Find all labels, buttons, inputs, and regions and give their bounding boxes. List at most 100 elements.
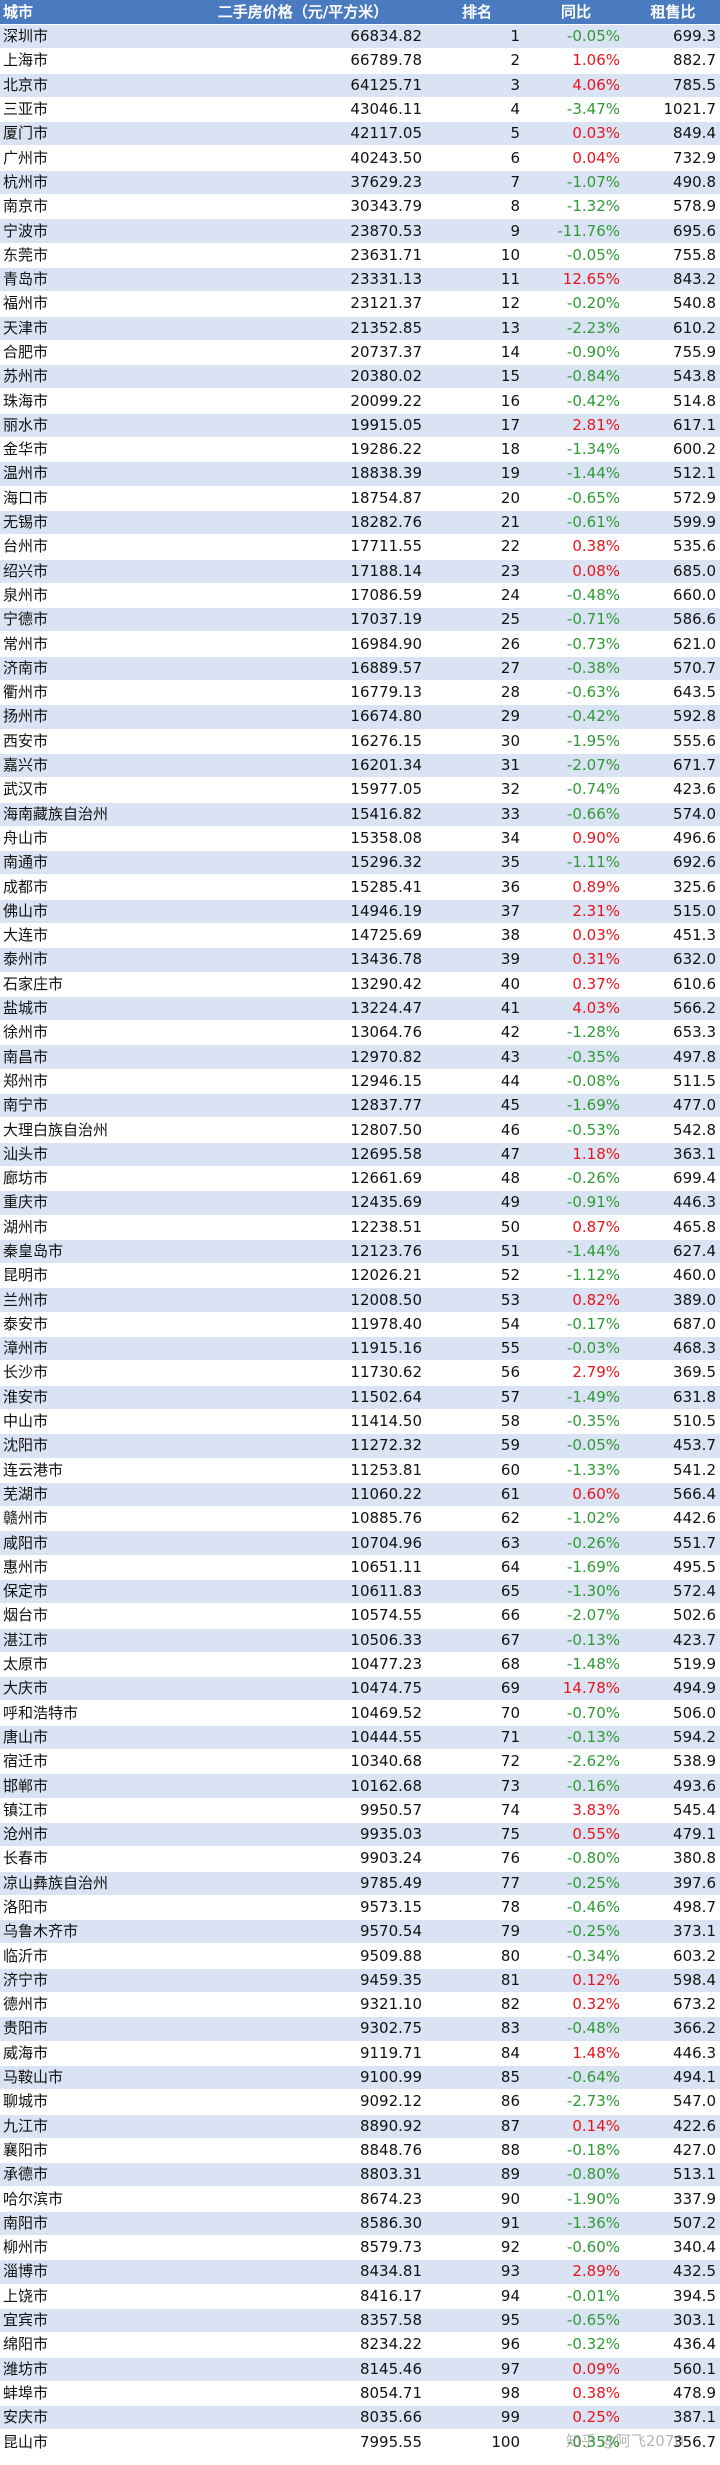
cell-price: 17188.14 — [178, 559, 428, 584]
cell-ratio: 493.6 — [626, 1773, 720, 1799]
cell-yoy: 0.31% — [526, 947, 626, 973]
cell-city: 大庆市 — [0, 1676, 178, 1702]
cell-rank: 87 — [428, 2114, 526, 2139]
cell-ratio: 512.1 — [626, 461, 720, 487]
table-row: 咸阳市 10704.96 63 -0.26% 551.7 — [0, 1530, 720, 1556]
cell-price: 37629.23 — [178, 170, 428, 196]
cell-ratio: 692.6 — [626, 850, 720, 876]
cell-ratio: 436.4 — [626, 2332, 720, 2358]
cell-price: 10444.55 — [178, 1725, 428, 1751]
cell-rank: 66 — [428, 1603, 526, 1629]
cell-ratio: 303.1 — [626, 2308, 720, 2334]
cell-yoy: 2.31% — [526, 899, 626, 924]
cell-yoy: -0.74% — [526, 777, 626, 803]
cell-city: 嘉兴市 — [0, 753, 178, 779]
cell-ratio: 551.7 — [626, 1530, 720, 1556]
cell-ratio: 660.0 — [626, 583, 720, 609]
table-row: 宁德市 17037.19 25 -0.71% 586.6 — [0, 607, 720, 633]
cell-ratio: 599.9 — [626, 510, 720, 536]
cell-price: 12123.76 — [178, 1239, 428, 1265]
table-row: 盐城市 13224.47 41 4.03% 566.2 — [0, 996, 720, 1022]
cell-rank: 19 — [428, 461, 526, 487]
cell-price: 16674.80 — [178, 704, 428, 730]
cell-rank: 83 — [428, 2016, 526, 2042]
cell-yoy: -0.08% — [526, 1069, 626, 1095]
cell-price: 12807.50 — [178, 1117, 428, 1143]
cell-city: 徐州市 — [0, 1020, 178, 1046]
cell-price: 20380.02 — [178, 364, 428, 390]
cell-city: 湖州市 — [0, 1215, 178, 1240]
cell-rank: 49 — [428, 1190, 526, 1216]
cell-yoy: -0.42% — [526, 388, 626, 414]
cell-ratio: 510.5 — [626, 1409, 720, 1435]
cell-ratio: 603.2 — [626, 1943, 720, 1969]
cell-rank: 68 — [428, 1652, 526, 1678]
cell-ratio: 502.6 — [626, 1603, 720, 1629]
cell-price: 12837.77 — [178, 1093, 428, 1119]
cell-rank: 7 — [428, 170, 526, 196]
cell-rank: 24 — [428, 583, 526, 609]
cell-price: 8579.73 — [178, 2235, 428, 2261]
cell-ratio: 586.6 — [626, 607, 720, 633]
table-row: 马鞍山市 9100.99 85 -0.64% 494.1 — [0, 2065, 720, 2091]
cell-rank: 47 — [428, 1142, 526, 1167]
cell-city: 大理白族自治州 — [0, 1117, 178, 1143]
cell-yoy: -0.66% — [526, 802, 626, 827]
cell-rank: 38 — [428, 923, 526, 949]
cell-city: 惠州市 — [0, 1555, 178, 1581]
cell-rank: 86 — [428, 2089, 526, 2115]
cell-price: 9785.49 — [178, 1871, 428, 1896]
table-row: 大理白族自治州 12807.50 46 -0.53% 542.8 — [0, 1117, 720, 1143]
cell-rank: 22 — [428, 534, 526, 560]
cell-rank: 26 — [428, 631, 526, 657]
cell-city: 泰安市 — [0, 1312, 178, 1338]
cell-rank: 41 — [428, 996, 526, 1022]
table-row: 郑州市 12946.15 44 -0.08% 511.5 — [0, 1069, 720, 1095]
cell-yoy: -1.11% — [526, 850, 626, 876]
cell-city: 无锡市 — [0, 510, 178, 536]
cell-yoy: -0.20% — [526, 291, 626, 317]
cell-price: 14946.19 — [178, 899, 428, 924]
cell-ratio: 570.7 — [626, 656, 720, 682]
cell-yoy: 1.06% — [526, 48, 626, 74]
table-row: 衢州市 16779.13 28 -0.63% 643.5 — [0, 680, 720, 706]
cell-price: 23870.53 — [178, 218, 428, 244]
cell-price: 8674.23 — [178, 2186, 428, 2212]
cell-price: 15285.41 — [178, 874, 428, 900]
cell-yoy: -1.44% — [526, 1239, 626, 1265]
cell-city: 赣州市 — [0, 1506, 178, 1532]
cell-price: 9903.24 — [178, 1846, 428, 1872]
cell-price: 18754.87 — [178, 486, 428, 511]
cell-yoy: 1.18% — [526, 1142, 626, 1167]
cell-city: 成都市 — [0, 874, 178, 900]
cell-yoy: -0.34% — [526, 1943, 626, 1969]
table-row: 昆山市 7995.55 100 -0.35% 356.7 — [0, 2429, 720, 2455]
cell-rank: 92 — [428, 2235, 526, 2261]
cell-ratio: 507.2 — [626, 2211, 720, 2237]
cell-price: 11502.64 — [178, 1385, 428, 1410]
cell-rank: 4 — [428, 97, 526, 123]
cell-yoy: -0.17% — [526, 1312, 626, 1338]
cell-rank: 39 — [428, 947, 526, 973]
cell-price: 13436.78 — [178, 947, 428, 973]
cell-rank: 23 — [428, 559, 526, 584]
table-row: 九江市 8890.92 87 0.14% 422.6 — [0, 2114, 720, 2139]
table-row: 绵阳市 8234.22 96 -0.32% 436.4 — [0, 2332, 720, 2358]
cell-price: 8848.76 — [178, 2138, 428, 2164]
cell-ratio: 617.1 — [626, 413, 720, 439]
cell-rank: 72 — [428, 1749, 526, 1775]
cell-yoy: -0.05% — [526, 243, 626, 268]
cell-price: 10651.11 — [178, 1555, 428, 1581]
cell-city: 昆明市 — [0, 1263, 178, 1289]
cell-rank: 45 — [428, 1093, 526, 1119]
cell-yoy: -0.35% — [526, 2429, 626, 2455]
cell-price: 15358.08 — [178, 826, 428, 852]
cell-ratio: 494.9 — [626, 1676, 720, 1702]
table-row: 哈尔滨市 8674.23 90 -1.90% 337.9 — [0, 2186, 720, 2212]
cell-city: 襄阳市 — [0, 2138, 178, 2164]
cell-rank: 46 — [428, 1117, 526, 1143]
cell-price: 8234.22 — [178, 2332, 428, 2358]
cell-price: 21352.85 — [178, 316, 428, 341]
cell-city: 汕头市 — [0, 1142, 178, 1167]
cell-price: 9950.57 — [178, 1798, 428, 1823]
